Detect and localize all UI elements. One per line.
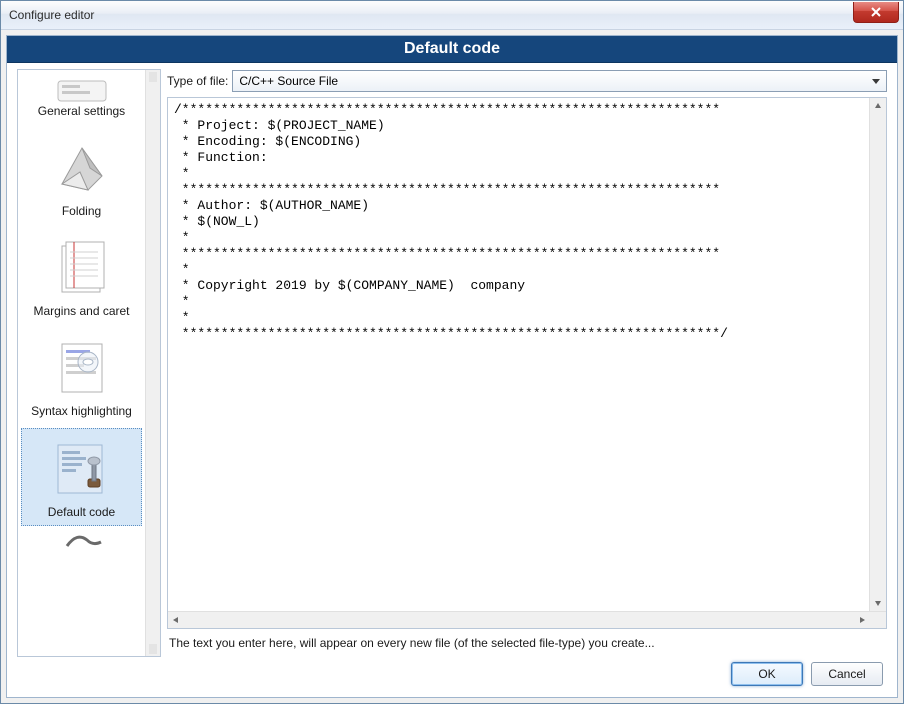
sidebar-item-label: Syntax highlighting bbox=[31, 404, 132, 418]
default-code-icon bbox=[46, 433, 118, 505]
dialog-window: Configure editor Default code bbox=[0, 0, 904, 704]
folding-icon bbox=[46, 132, 118, 204]
hint-text: The text you enter here, will appear on … bbox=[167, 629, 887, 657]
titlebar: Configure editor bbox=[1, 1, 903, 30]
scroll-right-icon bbox=[854, 612, 870, 628]
sidebar-item-next[interactable] bbox=[18, 528, 145, 558]
sidebar: General settings Folding bbox=[17, 69, 161, 657]
page-banner: Default code bbox=[7, 36, 897, 63]
ok-button[interactable]: OK bbox=[731, 662, 803, 686]
dialog-body: Default code General settings bbox=[6, 35, 898, 698]
button-row: OK Cancel bbox=[7, 657, 897, 697]
sidebar-item-label: Default code bbox=[48, 505, 115, 519]
editor-vertical-scrollbar[interactable] bbox=[869, 98, 886, 611]
general-settings-icon bbox=[46, 78, 118, 104]
sidebar-item-general-settings[interactable]: General settings bbox=[18, 72, 145, 126]
code-editor-body: /***************************************… bbox=[168, 98, 886, 611]
scroll-up-icon bbox=[870, 98, 886, 114]
cancel-button[interactable]: Cancel bbox=[811, 662, 883, 686]
scroll-down-icon bbox=[870, 595, 886, 611]
sidebar-scrollbar[interactable] bbox=[145, 70, 160, 656]
sidebar-item-margins-and-caret[interactable]: Margins and caret bbox=[18, 226, 145, 326]
filetype-label: Type of file: bbox=[167, 74, 228, 88]
margins-icon bbox=[46, 232, 118, 304]
content-area: General settings Folding bbox=[7, 63, 897, 657]
editor-horizontal-scrollbar[interactable] bbox=[168, 611, 886, 628]
code-editor: /***************************************… bbox=[167, 97, 887, 629]
code-editor-text[interactable]: /***************************************… bbox=[168, 98, 869, 611]
sidebar-item-default-code[interactable]: Default code bbox=[21, 428, 142, 526]
scroll-left-icon bbox=[168, 612, 184, 628]
close-icon bbox=[871, 7, 881, 17]
filetype-value: C/C++ Source File bbox=[239, 74, 338, 88]
window-title: Configure editor bbox=[9, 8, 94, 22]
sidebar-item-label: Folding bbox=[62, 204, 101, 218]
filetype-select[interactable]: C/C++ Source File bbox=[232, 70, 887, 92]
close-button[interactable] bbox=[853, 2, 899, 23]
sidebar-item-syntax-highlighting[interactable]: Syntax highlighting bbox=[18, 326, 145, 426]
sidebar-item-label: Margins and caret bbox=[33, 304, 129, 318]
syntax-icon bbox=[46, 332, 118, 404]
sidebar-item-label: General settings bbox=[38, 104, 125, 118]
filetype-row: Type of file: C/C++ Source File bbox=[167, 69, 887, 93]
sidebar-list: General settings Folding bbox=[18, 70, 145, 656]
right-pane: Type of file: C/C++ Source File /*******… bbox=[167, 69, 887, 657]
partial-icon bbox=[46, 528, 118, 548]
sidebar-item-folding[interactable]: Folding bbox=[18, 126, 145, 226]
